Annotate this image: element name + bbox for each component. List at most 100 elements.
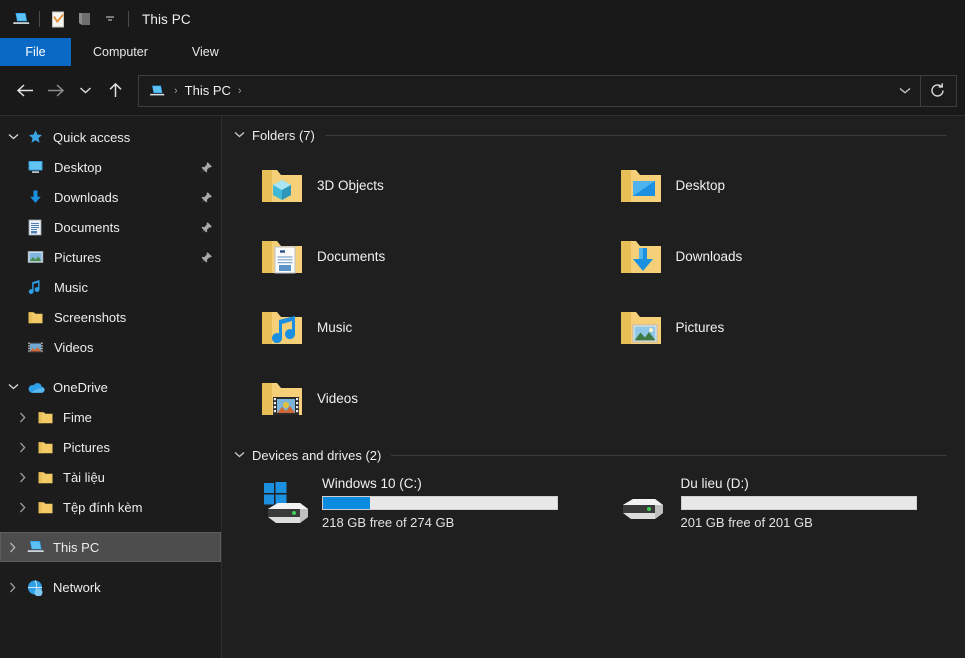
sidebar-item-label: Screenshots bbox=[54, 309, 127, 325]
chevron-down-icon[interactable] bbox=[2, 133, 24, 141]
sidebar-group-label: OneDrive bbox=[53, 379, 108, 395]
pin-icon[interactable] bbox=[199, 190, 213, 204]
sidebar-item-network[interactable]: Network bbox=[0, 572, 221, 602]
breadcrumb-separator-2[interactable]: › bbox=[231, 85, 249, 97]
folder-name: 3D Objects bbox=[317, 178, 384, 193]
drive-info: Du lieu (D:) 201 GB free of 201 GB bbox=[680, 476, 917, 530]
section-divider bbox=[324, 134, 947, 136]
sidebar-item-tep-dinh-kem[interactable]: Tệp đính kèm bbox=[0, 492, 221, 522]
recent-locations-chevron-down-icon[interactable] bbox=[70, 76, 100, 106]
drive-usage-bar bbox=[322, 496, 558, 510]
sidebar-item-pictures[interactable]: Pictures bbox=[0, 242, 221, 272]
documents-folder-icon bbox=[256, 231, 308, 283]
sidebar-group-quick-access[interactable]: Quick access bbox=[0, 122, 221, 152]
chevron-right-icon[interactable] bbox=[12, 502, 34, 513]
address-chevron-down-icon[interactable] bbox=[890, 76, 920, 106]
address-bar-row: › This PC › bbox=[0, 66, 965, 116]
window-title: This PC bbox=[142, 11, 191, 27]
properties-icon[interactable] bbox=[45, 6, 71, 32]
drive-free-space: 218 GB free of 274 GB bbox=[322, 515, 455, 530]
pin-icon[interactable] bbox=[199, 220, 213, 234]
chevron-down-icon[interactable] bbox=[234, 451, 252, 459]
videos-icon bbox=[24, 340, 46, 355]
folder-tile-pictures[interactable]: Pictures bbox=[593, 292, 952, 363]
pin-icon[interactable] bbox=[199, 160, 213, 174]
folder-tile-documents[interactable]: Documents bbox=[234, 221, 593, 292]
section-divider bbox=[391, 454, 947, 456]
3d-objects-folder-icon bbox=[256, 160, 308, 212]
videos-folder-icon bbox=[256, 373, 308, 425]
downloads-folder-icon bbox=[615, 231, 667, 283]
breadcrumb-separator-1[interactable]: › bbox=[167, 85, 185, 97]
windows-drive-icon bbox=[256, 477, 316, 529]
sidebar-item-this-pc[interactable]: This PC bbox=[0, 532, 221, 562]
navigation-pane[interactable]: Quick access Desktop Downloads Documents… bbox=[0, 116, 222, 658]
chevron-down-icon[interactable] bbox=[234, 131, 252, 139]
folder-icon bbox=[34, 470, 56, 485]
folder-tile-downloads[interactable]: Downloads bbox=[593, 221, 952, 292]
customize-chevron-icon[interactable] bbox=[97, 6, 123, 32]
folder-name: Documents bbox=[317, 249, 386, 264]
breadcrumb-this-pc[interactable]: This PC bbox=[185, 83, 231, 98]
folder-icon bbox=[34, 500, 56, 515]
refresh-icon[interactable] bbox=[920, 75, 954, 106]
folder-icon[interactable] bbox=[71, 6, 97, 32]
sidebar-item-tai-lieu[interactable]: Tài liệu bbox=[0, 462, 221, 492]
sidebar-item-music[interactable]: Music bbox=[0, 272, 221, 302]
folder-tile-videos[interactable]: Videos bbox=[234, 363, 593, 434]
folder-name: Pictures bbox=[675, 320, 725, 335]
sidebar-item-label: Pictures bbox=[54, 249, 101, 265]
chevron-right-icon[interactable] bbox=[12, 472, 34, 483]
chevron-right-icon[interactable] bbox=[2, 582, 24, 593]
sidebar-group-onedrive[interactable]: OneDrive bbox=[0, 372, 221, 402]
tab-file[interactable]: File bbox=[0, 38, 71, 66]
drive-tile-c[interactable]: Windows 10 (C:) 218 GB free of 274 GB bbox=[234, 470, 593, 536]
drive-usage-fill bbox=[323, 497, 370, 509]
folder-icon bbox=[34, 410, 56, 425]
sidebar-item-label: Fime bbox=[63, 409, 92, 425]
chevron-right-icon[interactable] bbox=[12, 412, 34, 423]
file-explorer-window: This PC File Computer View › This PC › Q… bbox=[0, 0, 965, 658]
folder-tile-music[interactable]: Music bbox=[234, 292, 593, 363]
tab-computer[interactable]: Computer bbox=[71, 38, 170, 66]
sidebar-item-label: Desktop bbox=[54, 159, 102, 175]
folder-tile-3d-objects[interactable]: 3D Objects bbox=[234, 150, 593, 221]
sidebar-item-desktop[interactable]: Desktop bbox=[0, 152, 221, 182]
sidebar-item-fime[interactable]: Fime bbox=[0, 402, 221, 432]
up-arrow-icon[interactable] bbox=[100, 76, 130, 106]
sidebar-item-label: Videos bbox=[54, 339, 94, 355]
sidebar-item-videos[interactable]: Videos bbox=[0, 332, 221, 362]
sidebar-item-label: Tài liệu bbox=[63, 469, 105, 485]
chevron-right-icon[interactable] bbox=[2, 542, 24, 553]
pin-icon[interactable] bbox=[199, 250, 213, 264]
chevron-down-icon[interactable] bbox=[2, 383, 24, 391]
tab-view[interactable]: View bbox=[170, 38, 241, 66]
sidebar-item-screenshots[interactable]: Screenshots bbox=[0, 302, 221, 332]
drive-tile-d[interactable]: Du lieu (D:) 201 GB free of 201 GB bbox=[593, 470, 952, 536]
content-pane[interactable]: Folders (7) 3D Objects Desktop Documents… bbox=[222, 116, 965, 658]
folder-tile-desktop[interactable]: Desktop bbox=[593, 150, 952, 221]
back-arrow-icon[interactable] bbox=[10, 76, 40, 106]
sidebar-item-label: Pictures bbox=[63, 439, 110, 455]
sidebar-item-downloads[interactable]: Downloads bbox=[0, 182, 221, 212]
pin-star-icon bbox=[24, 129, 46, 146]
chevron-right-icon[interactable] bbox=[12, 442, 34, 453]
documents-icon bbox=[24, 219, 46, 236]
section-header-folders[interactable]: Folders (7) bbox=[234, 120, 951, 150]
sidebar-item-label: Tệp đính kèm bbox=[63, 499, 143, 515]
sidebar-item-onedrive-pictures[interactable]: Pictures bbox=[0, 432, 221, 462]
forward-arrow-icon[interactable] bbox=[40, 76, 70, 106]
section-header-devices[interactable]: Devices and drives (2) bbox=[234, 440, 951, 470]
sidebar-item-label: Network bbox=[53, 579, 101, 595]
desktop-folder-icon bbox=[615, 160, 667, 212]
drives-grid: Windows 10 (C:) 218 GB free of 274 GB Du… bbox=[234, 470, 951, 536]
sidebar-item-documents[interactable]: Documents bbox=[0, 212, 221, 242]
this-pc-icon[interactable] bbox=[8, 6, 34, 32]
address-bar[interactable]: › This PC › bbox=[138, 74, 957, 107]
this-pc-icon bbox=[24, 538, 46, 556]
section-label: Folders (7) bbox=[252, 127, 315, 143]
explorer-body: Quick access Desktop Downloads Documents… bbox=[0, 116, 965, 658]
desktop-icon bbox=[24, 159, 46, 175]
drive-info: Windows 10 (C:) 218 GB free of 274 GB bbox=[322, 476, 558, 530]
downloads-icon bbox=[24, 189, 46, 206]
